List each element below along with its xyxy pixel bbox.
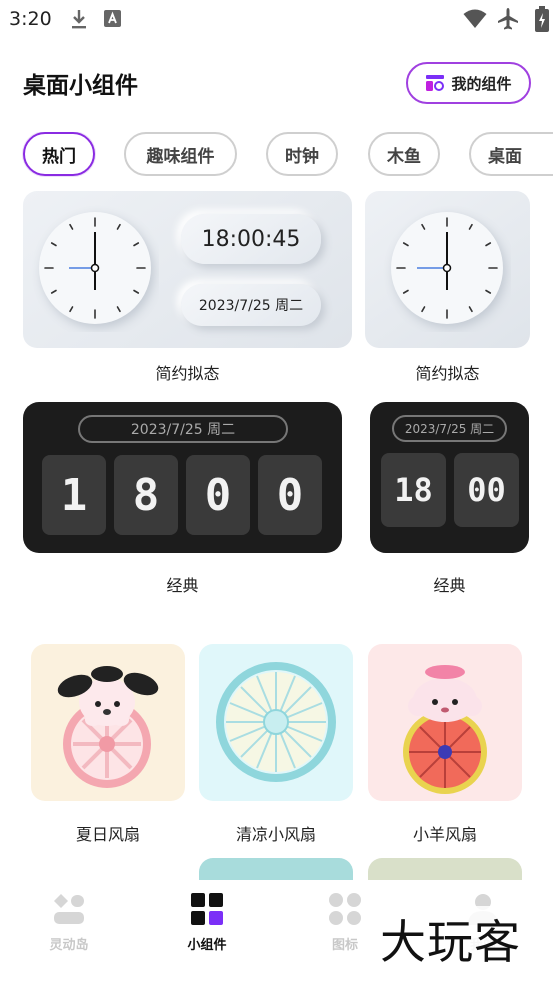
digit-box: 8 <box>114 455 178 535</box>
tab-label: 热门 <box>42 146 76 167</box>
digit-box: 0 <box>186 455 250 535</box>
analog-clock <box>39 212 151 324</box>
widget-caption: 经典 <box>166 576 199 595</box>
digit-box: 1 <box>42 455 106 535</box>
tab-label: 趣味组件 <box>146 146 215 167</box>
analog-clock <box>391 212 503 324</box>
summer-fan-widget[interactable] <box>31 644 185 801</box>
tab-fun-widgets[interactable]: 趣味组件 <box>124 132 237 176</box>
digit: 1 <box>60 469 88 521</box>
nav-label: 灵动岛 <box>49 938 89 953</box>
tab-wooden-fish[interactable]: 木鱼 <box>368 132 440 176</box>
status-time: 3:20 <box>9 8 52 30</box>
dynamic-island-icon <box>54 894 84 924</box>
watermark-logo: 大玩客 <box>376 906 525 972</box>
date-text: 2023/7/25 周二 <box>130 422 236 438</box>
digit: 00 <box>467 471 506 509</box>
page-title: 桌面小组件 <box>23 73 138 99</box>
date-pill: 2023/7/25 周二 <box>392 415 507 442</box>
sheep-fan-widget[interactable] <box>368 644 522 801</box>
neumorphic-clock-widget-large[interactable]: 18:00:45 2023/7/25 周二 <box>23 191 352 348</box>
tab-hot[interactable]: 热门 <box>23 132 95 176</box>
digit-box: 0 <box>258 455 322 535</box>
classic-flip-clock-large[interactable]: 2023/7/25 周二 1 8 0 0 <box>23 402 342 553</box>
nav-dynamic-island[interactable]: 灵动岛 <box>19 892 119 953</box>
nav-label: 小组件 <box>187 938 227 953</box>
date-pill: 2023/7/25 周二 <box>78 415 288 443</box>
widget-caption: 简约拟态 <box>155 364 220 383</box>
widget-caption: 夏日风扇 <box>75 825 140 844</box>
sheep-fan-image <box>403 665 487 794</box>
icons-grid-icon <box>329 893 361 925</box>
battery-icon <box>535 6 549 32</box>
status-bar: 3:20 <box>0 0 553 40</box>
widget-caption: 清凉小风扇 <box>235 825 316 844</box>
date-pill: 2023/7/25 周二 <box>181 284 321 326</box>
date-text: 2023/7/25 周二 <box>404 422 495 436</box>
date-text: 2023/7/25 周二 <box>198 298 304 314</box>
tab-label: 桌面 <box>488 146 522 167</box>
digit-box: 18 <box>381 453 446 527</box>
digit-box: 00 <box>454 453 519 527</box>
my-widgets-button[interactable]: 我的组件 <box>406 62 531 104</box>
puppy-fan-image <box>57 666 159 788</box>
widget-caption: 经典 <box>433 576 466 595</box>
digit: 0 <box>276 469 304 521</box>
widgets-grid-icon <box>191 893 223 925</box>
widget-caption: 简约拟态 <box>415 364 480 383</box>
nav-widgets[interactable]: 小组件 <box>157 892 257 953</box>
nav-label: 图标 <box>331 938 358 953</box>
digital-time-pill: 18:00:45 <box>181 214 321 264</box>
airplane-icon <box>498 8 518 30</box>
classic-flip-clock-small[interactable]: 2023/7/25 周二 18 00 <box>370 402 529 553</box>
my-widgets-label: 我的组件 <box>451 74 512 93</box>
tab-label: 木鱼 <box>387 146 421 167</box>
cool-fan-widget[interactable] <box>199 644 353 801</box>
tab-desktop[interactable]: 桌面 <box>469 132 553 176</box>
category-tabs: 热门 趣味组件 时钟 木鱼 桌面 <box>0 132 553 178</box>
neumorphic-clock-widget-small[interactable] <box>365 191 530 348</box>
digit: 8 <box>132 469 160 521</box>
digit: 0 <box>204 469 232 521</box>
digit: 18 <box>394 471 433 509</box>
tab-label: 时钟 <box>285 146 319 167</box>
widgets-icon <box>426 75 445 91</box>
blue-fan-image <box>216 662 336 782</box>
font-icon <box>104 10 121 27</box>
digital-time: 18:00:45 <box>201 226 301 252</box>
tab-clock[interactable]: 时钟 <box>266 132 338 176</box>
download-icon <box>72 10 86 29</box>
widget-caption: 小羊风扇 <box>412 825 477 844</box>
wifi-icon <box>463 9 487 28</box>
